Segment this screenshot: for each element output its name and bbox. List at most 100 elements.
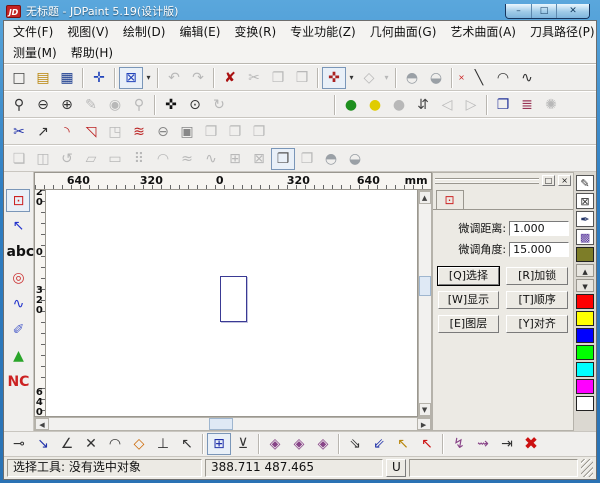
scroll-down-arrow[interactable]: ▼ bbox=[419, 403, 431, 416]
zoom-out[interactable]: ⊖ bbox=[31, 94, 55, 116]
select-tool[interactable]: ⊡ bbox=[6, 189, 30, 212]
menu-item[interactable]: 绘制(D) bbox=[116, 22, 173, 41]
offset-curve[interactable]: ≋ bbox=[127, 121, 151, 143]
concentric-offset[interactable]: ▣ bbox=[175, 121, 199, 143]
panel-close-button[interactable]: × bbox=[558, 175, 571, 186]
scroll-right-arrow[interactable]: ▶ bbox=[417, 418, 431, 430]
menu-item[interactable]: 几何曲面(G) bbox=[363, 22, 444, 41]
new-file[interactable]: □ bbox=[7, 67, 31, 89]
group-objects[interactable]: ❐ bbox=[271, 148, 295, 170]
layer-manager[interactable]: ❐ bbox=[491, 94, 515, 116]
delete-object[interactable]: ✘ bbox=[218, 67, 242, 89]
select-frame[interactable]: ⊠ bbox=[119, 67, 143, 89]
layer-list[interactable]: ≣ bbox=[515, 94, 539, 116]
work-plane-zx[interactable]: ◈ bbox=[311, 433, 335, 455]
color-swatch[interactable] bbox=[576, 345, 594, 360]
text-tool[interactable]: abc bbox=[6, 241, 30, 264]
pattern-fill-tool[interactable]: ▩ bbox=[576, 229, 594, 245]
pick-remove[interactable]: ↖ bbox=[415, 433, 439, 455]
menu-item[interactable]: 刀具路径(P) bbox=[523, 22, 600, 41]
snap-endpoint[interactable]: ⊸ bbox=[7, 433, 31, 455]
selection-tab[interactable]: ⊡ bbox=[436, 190, 464, 209]
zoom-in[interactable]: ⊕ bbox=[55, 94, 79, 116]
menu-item[interactable]: 编辑(E) bbox=[172, 22, 227, 41]
curve-tool[interactable]: ∿ bbox=[6, 293, 30, 316]
unit-toggle-button[interactable]: U bbox=[386, 459, 406, 477]
open-file[interactable]: ▤ bbox=[31, 67, 55, 89]
crosshair-tool[interactable]: ✛ bbox=[87, 67, 111, 89]
snap-quadrant[interactable]: ◇ bbox=[127, 433, 151, 455]
light-green[interactable]: ● bbox=[339, 94, 363, 116]
shape-tool[interactable]: ◎ bbox=[6, 267, 30, 290]
cut-object[interactable]: ✂ bbox=[7, 121, 31, 143]
menu-item[interactable]: 帮助(H) bbox=[64, 43, 120, 62]
project-point[interactable]: ↯ bbox=[447, 433, 471, 455]
draw-curve[interactable]: ∿ bbox=[515, 67, 539, 89]
trim-curve[interactable]: ↗ bbox=[31, 121, 55, 143]
color-swatch[interactable] bbox=[576, 247, 594, 262]
project-curve[interactable]: ⇝ bbox=[471, 433, 495, 455]
pan-view[interactable]: ✜ bbox=[159, 94, 183, 116]
lamp-tool[interactable]: ▲ bbox=[6, 345, 30, 368]
align-button[interactable]: [Y]对齐 bbox=[506, 315, 568, 333]
resize-grip[interactable] bbox=[581, 459, 593, 477]
work-plane-xy[interactable]: ◈ bbox=[263, 433, 287, 455]
color-swatch[interactable] bbox=[576, 379, 594, 394]
nc-cutter-tool[interactable]: NC bbox=[6, 371, 30, 394]
fillet-corner[interactable]: ◝ bbox=[55, 121, 79, 143]
snap-perpendicular[interactable]: ⊥ bbox=[151, 433, 175, 455]
menu-item[interactable]: 专业功能(Z) bbox=[283, 22, 363, 41]
scroll-up-arrow[interactable]: ▲ bbox=[419, 191, 431, 204]
zoom-window[interactable]: ⚲ bbox=[7, 94, 31, 116]
vertical-scroll-thumb[interactable] bbox=[419, 276, 431, 296]
maximize-button[interactable]: □ bbox=[531, 4, 556, 18]
snap-pick[interactable]: ↖ bbox=[175, 433, 199, 455]
insert-note[interactable]: ⇥ bbox=[495, 433, 519, 455]
drawing-canvas[interactable] bbox=[46, 190, 418, 417]
pick-add[interactable]: ↖ bbox=[391, 433, 415, 455]
select-frame-dropdown[interactable]: ▾ bbox=[143, 67, 154, 89]
draw-line[interactable]: ╲ bbox=[467, 67, 491, 89]
transform-dropdown[interactable]: ▾ bbox=[346, 67, 357, 89]
transform-move[interactable]: ✜ bbox=[322, 67, 346, 89]
drawn-rectangle[interactable] bbox=[220, 276, 247, 322]
nudge-distance-input[interactable]: 1.000 bbox=[509, 221, 569, 236]
menu-item[interactable]: 变换(R) bbox=[227, 22, 283, 41]
menu-item[interactable]: 视图(V) bbox=[60, 22, 116, 41]
color-picker-tool[interactable]: ✒ bbox=[576, 211, 594, 227]
dome-convex[interactable]: ◓ bbox=[319, 148, 343, 170]
color-swatch[interactable] bbox=[576, 362, 594, 377]
snap-tangent[interactable]: ◠ bbox=[103, 433, 127, 455]
surface-dome[interactable]: ◓ bbox=[400, 67, 424, 89]
delete-node[interactable]: × bbox=[456, 67, 467, 89]
node-edit-tool[interactable]: ↖ bbox=[6, 215, 30, 238]
color-swatch[interactable] bbox=[576, 294, 594, 309]
panel-drag-grip[interactable] bbox=[435, 178, 540, 184]
menu-item[interactable]: 艺术曲面(A) bbox=[443, 22, 523, 41]
save-file[interactable]: ▦ bbox=[55, 67, 79, 89]
slot-shape[interactable]: ⊖ bbox=[151, 121, 175, 143]
detach-from-surface[interactable]: ⇙ bbox=[367, 433, 391, 455]
snap-intersection[interactable]: ✕ bbox=[79, 433, 103, 455]
minimize-button[interactable]: – bbox=[506, 4, 531, 18]
snap-corner[interactable]: ∠ bbox=[55, 433, 79, 455]
color-swatch[interactable] bbox=[576, 311, 594, 326]
surface-pocket[interactable]: ◒ bbox=[424, 67, 448, 89]
layer-button[interactable]: [E]图层 bbox=[438, 315, 500, 333]
snap-axis[interactable]: ⊻ bbox=[231, 433, 255, 455]
panel-header[interactable]: □ × bbox=[433, 173, 574, 186]
knife-tool[interactable]: ✐ bbox=[6, 319, 30, 342]
zoom-actual[interactable]: ⊙ bbox=[183, 94, 207, 116]
menu-item[interactable]: 文件(F) bbox=[6, 22, 60, 41]
vertical-scrollbar[interactable]: ▲ ▼ bbox=[418, 190, 432, 417]
draw-arc[interactable]: ◠ bbox=[491, 67, 515, 89]
panel-restore-button[interactable]: □ bbox=[542, 175, 555, 186]
snap-grid[interactable]: ⊞ bbox=[207, 433, 231, 455]
horizontal-scroll-thumb[interactable] bbox=[209, 418, 233, 430]
order-button[interactable]: [T]顺序 bbox=[506, 291, 568, 309]
dome-concave[interactable]: ◒ bbox=[343, 148, 367, 170]
chamfer-corner[interactable]: ◹ bbox=[79, 121, 103, 143]
light-toggle[interactable]: ⇵ bbox=[411, 94, 435, 116]
scroll-left-arrow[interactable]: ◀ bbox=[35, 418, 49, 430]
horizontal-scrollbar[interactable]: ◀ ▶ bbox=[34, 417, 432, 431]
